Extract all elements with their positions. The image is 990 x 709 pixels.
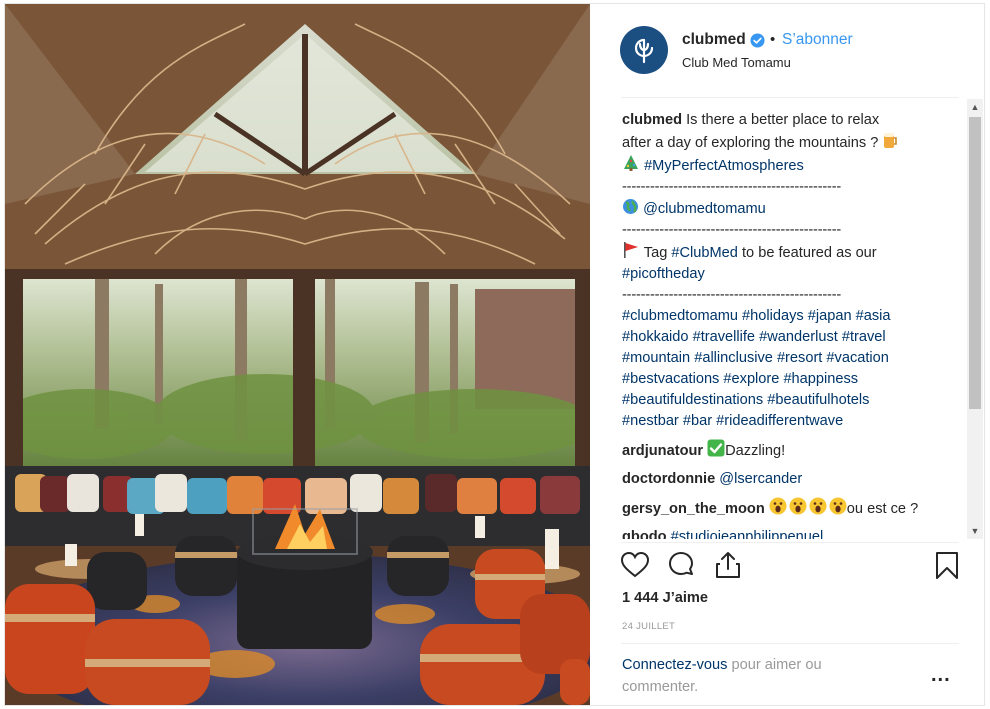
caption-line-mention: @clubmedtomamu [622,198,960,220]
comments-scrollbar[interactable]: ▲ ▼ [967,99,983,539]
comment-mention[interactable]: @lsercander [719,471,802,487]
login-prompt: Connectez-vous pour aimer ou commenter. [622,654,892,698]
comment-username[interactable]: doctordonnie [622,471,715,487]
check-mark-icon [707,439,725,457]
scroll-down-arrow-icon[interactable]: ▼ [967,523,983,539]
follow-button[interactable]: S’abonner [782,31,853,49]
post-side-panel: clubmed • S’abonner Club Med Tomamu club… [591,4,985,705]
lounge-photo-illustration [5,4,590,705]
comment-text: ou est ce ? [846,501,919,517]
comment-hashtag[interactable]: #studiojeanphilippenuel [671,529,824,539]
globe-icon [623,199,638,214]
christmas-tree-icon [624,155,638,171]
caption-username[interactable]: clubmed [622,112,682,128]
post-container: clubmed • S’abonner Club Med Tomamu club… [4,3,985,706]
caption-separator-2: ----------------------------------------… [622,222,842,238]
hashtags-line-3[interactable]: #mountain #allinclusive #resort #vacatio… [622,348,960,369]
comment-username[interactable]: gbodo [622,529,667,539]
comment-username[interactable]: ardjunatour [622,443,703,459]
hashtag-clubmed[interactable]: #ClubMed [671,245,738,261]
comment-item: ardjunatour Dazzling! [622,439,960,462]
verified-badge-icon [750,33,765,48]
tag-prefix: Tag [643,245,672,261]
more-options-button[interactable]: ... [931,664,951,687]
caption-line-picoftheday: #picoftheday [622,264,960,285]
face-screaming-icon [769,497,847,515]
beer-mug-icon [884,133,898,148]
login-link[interactable]: Connectez-vous [622,657,727,673]
comment-text: Dazzling! [725,443,786,459]
bookmark-icon[interactable] [932,550,962,580]
hashtags-line-1[interactable]: #clubmedtomamu #holidays #japan #asia [622,306,960,327]
tag-suffix: to be featured as our [737,245,877,261]
share-icon[interactable] [713,550,743,580]
comment-item: gersy_on_the_moon ou est ce ? [622,497,960,520]
hashtags-line-4[interactable]: #bestvacations #explore #happiness [622,369,960,390]
login-divider [621,643,959,644]
heart-icon[interactable] [620,550,650,580]
caption-line-tag: Tag #ClubMed to be featured as our [622,241,960,264]
actions-divider [621,542,959,543]
hashtag-picoftheday[interactable]: #picoftheday [622,266,705,282]
mention-clubmedtomamu[interactable]: @clubmedtomamu [643,201,766,217]
comment-username[interactable]: gersy_on_the_moon [622,501,765,517]
hashtags-line-2[interactable]: #hokkaido #travellife #wanderlust #trave… [622,327,960,348]
post-date[interactable]: 24 JUILLET [622,621,675,632]
hashtag-myperfectatmospheres[interactable]: #MyPerfectAtmospheres [644,158,804,174]
red-flag-icon [624,242,638,258]
caption-text-1: Is there a better place to relax [686,112,880,128]
post-location[interactable]: Club Med Tomamu [682,55,791,70]
caption-line-2: after a day of exploring the mountains ? [622,131,960,154]
scroll-thumb[interactable] [969,117,981,409]
hashtags-line-5[interactable]: #beautifuldestinations #beautifulhotels [622,390,960,411]
post-photo[interactable] [5,4,590,705]
post-username[interactable]: clubmed [682,31,746,49]
comment-icon[interactable] [666,550,696,580]
caption-separator-1: ----------------------------------------… [622,179,842,195]
caption-text-2: after a day of exploring the mountains ? [622,135,879,151]
comment-item: doctordonnie @lsercander [622,469,960,490]
header-divider [621,97,959,98]
avatar[interactable] [620,26,668,74]
likes-count[interactable]: 1 444 J’aime [622,590,708,606]
caption-line-3: #MyPerfectAtmospheres [622,154,960,177]
hashtags-line-6[interactable]: #nestbar #bar #rideadifferentwave [622,411,960,432]
comments-area: clubmed Is there a better place to relax… [622,110,960,539]
caption-line-1: clubmed Is there a better place to relax [622,110,960,131]
clubmed-logo-icon [634,38,654,64]
separator-dot: • [770,31,776,48]
post-header: clubmed • S’abonner Club Med Tomamu [591,4,985,94]
caption-separator-3: ----------------------------------------… [622,287,842,303]
scroll-up-arrow-icon[interactable]: ▲ [967,99,983,115]
comment-item: gbodo #studiojeanphilippenuel [622,527,960,539]
